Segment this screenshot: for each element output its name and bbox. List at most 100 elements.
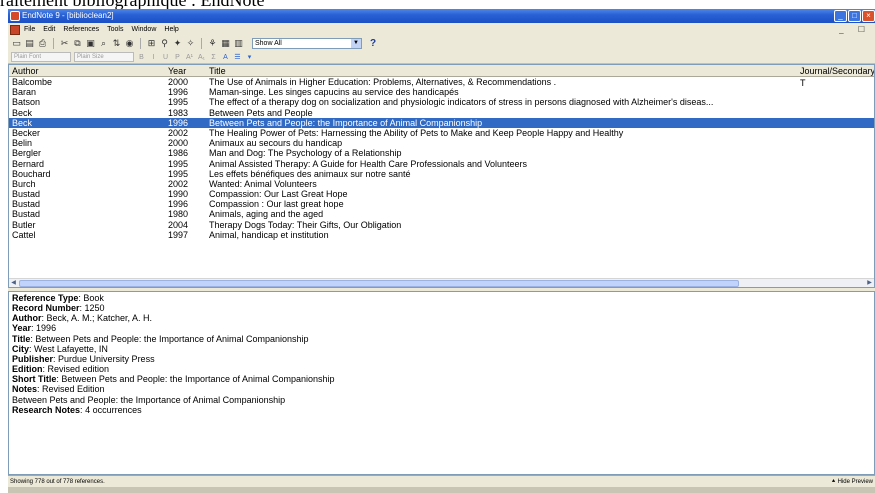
menu-help[interactable]: Help [164, 23, 178, 36]
table-row[interactable]: Bernard 1995 Animal Assisted Therapy: A Gu… [9, 159, 874, 169]
preview-record-number: Record Number: 1250 [12, 303, 105, 314]
underline-icon[interactable]: U [161, 54, 170, 61]
preview-short-title: Short Title: Between Pets and People: th… [12, 374, 335, 385]
reference-list-header: Author Year Title Journal/Secondary T [9, 65, 874, 88]
row-year: 1980 [168, 209, 189, 220]
row-author: Belin [12, 138, 33, 149]
column-header-title[interactable]: Title [209, 65, 226, 77]
format-icon[interactable]: ◉ [124, 38, 135, 49]
row-title: The Use of Animals in Higher Education: … [209, 77, 557, 87]
status-bar: Showing 778 out of 778 references. ⯅ Hid… [8, 475, 875, 487]
font-color-icon[interactable]: A [221, 54, 230, 61]
row-author: Butler [12, 219, 36, 230]
attach-icon[interactable]: ⚲ [159, 38, 170, 49]
row-year: 1996 [168, 87, 189, 98]
table-row[interactable]: Butler 2004 Therapy Dogs Today: Their Gift… [9, 220, 874, 230]
table-row[interactable]: Balcombe 2000 The Use of Animals in Higher… [9, 77, 874, 87]
bold-icon[interactable]: B [137, 54, 146, 61]
table-row[interactable]: Bustad 1980 Animals, aging and the aged [9, 209, 874, 219]
row-title: Compassion: Our Last Great Hope [209, 189, 348, 200]
menu-bar: File Edit References Tools Window Help _… [8, 23, 875, 36]
menu-tools[interactable]: Tools [107, 23, 123, 36]
preview-reference-type: Reference Type: Book [12, 293, 104, 303]
table-row[interactable]: Belin 2000 Animaux au secours du handicap [9, 138, 874, 148]
row-author: Cattel [12, 229, 36, 240]
window-icon[interactable]: ▾ [245, 53, 254, 61]
format-bibliography-icon[interactable]: ▦ [220, 38, 231, 49]
chevron-down-icon[interactable]: ▼ [351, 39, 361, 48]
toolbar-separator [201, 38, 202, 49]
table-row[interactable]: Burch 2002 Wanted: Animal Volunteers [9, 179, 874, 189]
italic-icon[interactable]: I [149, 54, 158, 61]
hide-preview-icon: ⯅ [831, 479, 836, 485]
preview-research-notes: Research Notes: 4 occurrences [12, 404, 142, 415]
connect-icon[interactable]: ✦ [172, 38, 183, 49]
endnote-app-icon [10, 11, 20, 21]
menu-edit[interactable]: Edit [43, 23, 55, 36]
preview-year: Year: 1996 [12, 323, 57, 334]
row-year: 1997 [168, 229, 189, 240]
insert-citation-icon[interactable]: ⚘ [207, 38, 218, 49]
scroll-left-icon[interactable]: ◀ [9, 279, 18, 287]
preview-edition: Edition: Revised edition [12, 364, 110, 375]
row-author: Beck [12, 117, 33, 128]
table-row[interactable]: Bustad 1996 Compassion : Our last great ho… [9, 199, 874, 209]
symbol-icon[interactable]: Σ [209, 54, 218, 61]
window-title: EndNote 9 - [biblioclean2] [22, 11, 114, 20]
column-header-year[interactable]: Year [168, 65, 186, 77]
document-window-controls[interactable]: _ ☐ [839, 23, 871, 36]
table-row[interactable]: Beck 1983 Between Pets and People [9, 108, 874, 118]
cite-icon[interactable]: ✧ [185, 38, 196, 49]
close-icon[interactable]: × [862, 10, 875, 22]
row-author: Bustad [12, 199, 41, 210]
sort-icon[interactable]: ⇅ [111, 38, 122, 49]
menu-file[interactable]: File [24, 23, 35, 36]
subscript-icon[interactable]: A₁ [197, 54, 206, 61]
preview-icon[interactable]: ▥ [233, 38, 244, 49]
table-row[interactable]: Batson 1995 The effect of a therapy dog on… [9, 97, 874, 107]
horizontal-scrollbar[interactable]: ◀ ▶ [9, 278, 874, 287]
table-row-selected[interactable]: Beck 1996 Between Pets and People: the Imp… [9, 117, 874, 128]
superscript-icon[interactable]: A¹ [185, 54, 194, 61]
table-row[interactable]: Baran 1996 Maman-singe. Les singes capucin… [9, 87, 874, 97]
row-author: Bustad [12, 189, 41, 200]
row-year: 2000 [168, 138, 189, 149]
menu-references[interactable]: References [63, 23, 99, 36]
scroll-right-icon[interactable]: ▶ [865, 279, 874, 287]
table-row[interactable]: Becker 2002 The Healing Power of Pets: Har… [9, 128, 874, 138]
print-icon[interactable]: ⎙ [37, 38, 48, 49]
row-title: Les effets bénéfiques des animaux sur no… [209, 168, 411, 179]
paste-icon[interactable]: ▣ [85, 38, 96, 49]
open-library-icon[interactable]: ▤ [24, 38, 35, 49]
cut-icon[interactable]: ✂ [59, 38, 70, 49]
new-library-icon[interactable]: ▭ [11, 38, 22, 49]
preview-city: City: West Lafayette, IN [12, 343, 108, 354]
format-toolbar: Plain Font Plain Size B I U P A¹ A₁ Σ A … [8, 51, 875, 64]
row-author: Burch [12, 178, 36, 189]
online-search-icon[interactable]: ⊞ [146, 38, 157, 49]
plain-icon[interactable]: P [173, 54, 182, 61]
menu-window[interactable]: Window [131, 23, 156, 36]
hide-preview-label: Hide Preview [837, 479, 873, 485]
row-title: Animal, handicap et institution [209, 229, 329, 240]
find-icon[interactable]: ⌕ [98, 38, 109, 49]
column-header-author[interactable]: Author [12, 65, 39, 77]
copy-icon[interactable]: ⧉ [72, 38, 83, 49]
table-row[interactable]: Bustad 1990 Compassion: Our Last Great Hop… [9, 189, 874, 199]
minimize-icon[interactable]: _ [834, 10, 847, 22]
size-select[interactable]: Plain Size [74, 52, 134, 62]
window-titlebar[interactable]: EndNote 9 - [biblioclean2] _ □ × [8, 9, 875, 23]
table-row[interactable]: Bouchard 1995 Les effets bénéfiques des an… [9, 169, 874, 179]
font-select[interactable]: Plain Font [11, 52, 71, 62]
list-icon[interactable]: ☰ [233, 53, 242, 61]
row-year: 1990 [168, 189, 189, 200]
help-icon[interactable]: ? [370, 38, 376, 49]
scrollbar-thumb[interactable] [19, 280, 739, 287]
show-all-select[interactable]: Show All ▼ [252, 38, 362, 49]
row-title: Animals, aging and the aged [209, 209, 324, 220]
preview-notes-extra: Between Pets and People: the Importance … [12, 394, 286, 405]
table-row[interactable]: Cattel 1997 Animal, handicap et institutio… [9, 230, 874, 240]
document-icon[interactable] [10, 24, 20, 35]
table-row[interactable]: Bergler 1986 Man and Dog: The Psychology o… [9, 148, 874, 158]
maximize-icon[interactable]: □ [848, 10, 861, 22]
